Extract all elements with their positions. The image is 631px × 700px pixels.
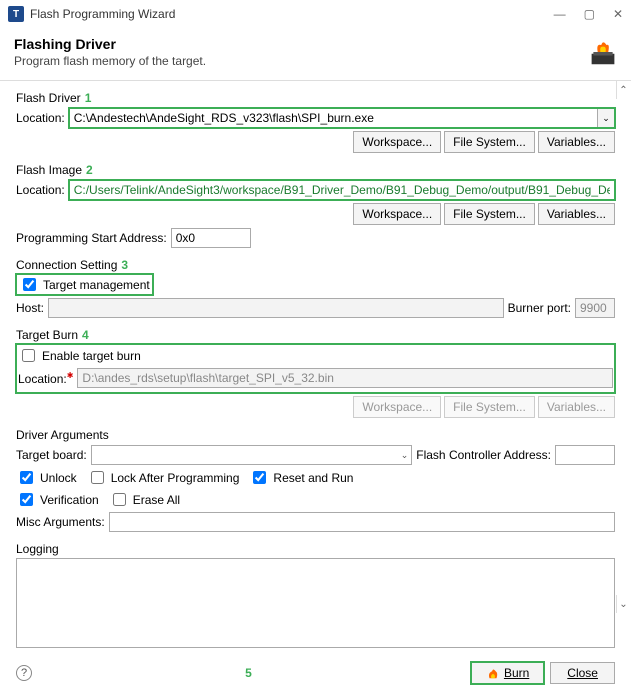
enable-target-burn-checkbox[interactable]: Enable target burn [18,346,613,365]
burn-button[interactable]: Burn [471,662,544,684]
expand-icon[interactable]: ⌄ [616,595,630,613]
lock-after-checkbox[interactable]: Lock After Programming [87,468,240,487]
target-burn-section: Target Burn4 [16,328,615,342]
content-area: ⌃ Flash Driver1 Location: ⌄ Workspace...… [0,81,631,661]
minimize-icon[interactable]: — [554,7,566,21]
flash-driver-location-label: Location: [16,111,65,125]
app-icon: T [8,6,24,22]
titlebar: T Flash Programming Wizard — ▢ ✕ [0,0,631,28]
flash-image-location-input[interactable] [69,180,615,200]
flash-driver-section: Flash Driver1 [16,91,615,105]
page-title: Flashing Driver [14,36,617,52]
variables-button[interactable]: Variables... [538,131,615,153]
variables-button[interactable]: Variables... [538,203,615,225]
flash-driver-location-input[interactable] [69,108,597,128]
start-address-label: Programming Start Address: [16,231,167,245]
target-board-label: Target board: [16,448,87,462]
workspace-button[interactable]: Workspace... [353,203,441,225]
footer: ? 5 Burn Close [0,654,631,692]
workspace-button: Workspace... [353,396,441,418]
filesystem-button[interactable]: File System... [444,203,535,225]
reset-run-checkbox[interactable]: Reset and Run [249,468,353,487]
misc-arguments-label: Misc Arguments: [16,515,105,529]
workspace-button[interactable]: Workspace... [353,131,441,153]
misc-arguments-input[interactable] [109,512,615,532]
filesystem-button[interactable]: File System... [444,131,535,153]
connection-section: Connection Setting3 [16,258,615,272]
target-burn-location-label: Location:✱ [18,371,73,386]
window-title: Flash Programming Wizard [30,7,175,21]
flash-controller-input[interactable] [555,445,615,465]
collapse-icon[interactable]: ⌃ [616,81,630,99]
target-management-check[interactable] [23,278,36,291]
target-burn-location-input [77,368,613,388]
variables-button: Variables... [538,396,615,418]
flash-image-section: Flash Image2 [16,163,615,177]
filesystem-button: File System... [444,396,535,418]
flash-controller-label: Flash Controller Address: [416,448,551,462]
help-icon[interactable]: ? [16,665,32,681]
burner-port-input [575,298,615,318]
maximize-icon[interactable]: ▢ [584,7,595,21]
host-input [48,298,504,318]
close-icon[interactable]: ✕ [613,7,623,21]
page-subtitle: Program flash memory of the target. [14,54,617,68]
fire-icon [486,666,500,680]
flash-chip-icon [589,38,617,66]
target-board-select[interactable]: ⌄ [91,445,413,465]
logging-section: Logging [16,542,615,556]
close-button[interactable]: Close [550,662,615,684]
unlock-checkbox[interactable]: Unlock [16,468,77,487]
verification-checkbox[interactable]: Verification [16,490,99,509]
header: Flashing Driver Program flash memory of … [0,28,631,81]
logging-textarea[interactable] [16,558,615,648]
enable-target-burn-check[interactable] [22,349,35,362]
burner-port-label: Burner port: [508,301,571,315]
flash-image-location-label: Location: [16,183,65,197]
driver-arguments-section: Driver Arguments [16,428,615,442]
start-address-input[interactable] [171,228,251,248]
host-label: Host: [16,301,44,315]
erase-all-checkbox[interactable]: Erase All [109,490,180,509]
target-management-checkbox[interactable]: Target management [16,274,153,295]
dropdown-icon[interactable]: ⌄ [597,108,615,128]
